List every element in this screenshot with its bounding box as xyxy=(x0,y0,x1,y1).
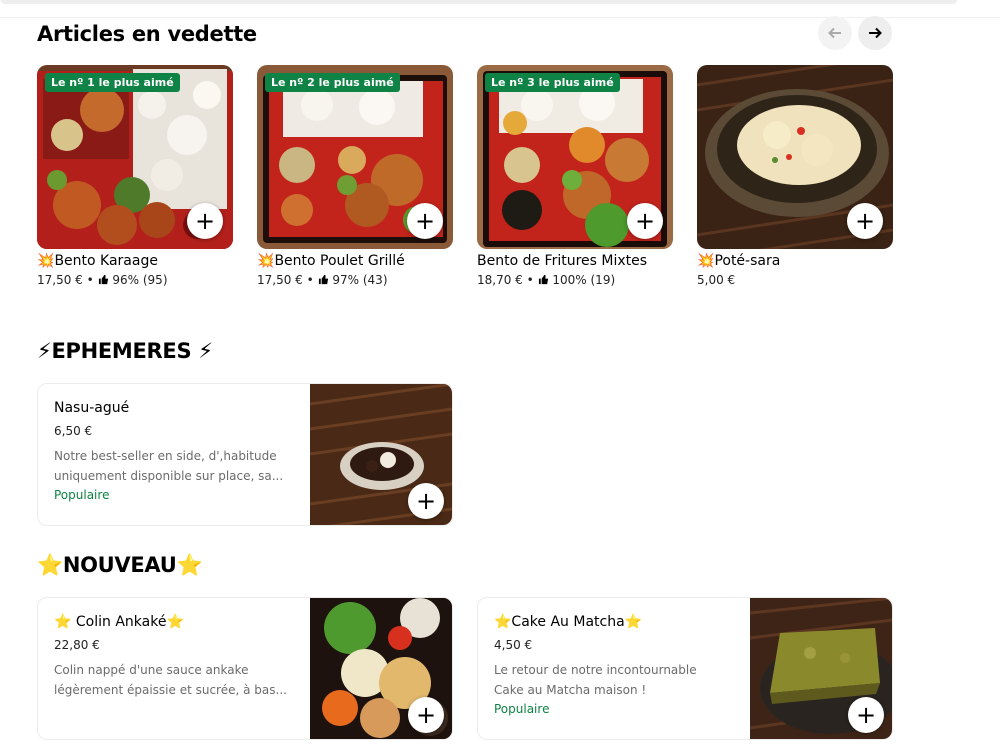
add-to-cart-button[interactable]: + xyxy=(848,697,884,733)
food-photo-bento-poulet[interactable]: Le nº 2 le plus aimé + xyxy=(257,65,453,249)
featured-section-title: Articles en vedette xyxy=(37,22,257,46)
food-photo-pote-sara[interactable]: + xyxy=(697,65,893,249)
rank-badge: Le nº 1 le plus aimé xyxy=(45,73,180,92)
add-to-cart-button[interactable]: + xyxy=(627,203,663,239)
item-price: 6,50 € xyxy=(54,424,93,438)
item-description: Colin nappé d'une sauce ankake légèrement… xyxy=(54,663,287,697)
search-bar-edge xyxy=(0,0,958,4)
food-photo-bento-karaage[interactable]: Le nº 1 le plus aimé + xyxy=(37,65,233,249)
item-meta: 17,50 € • 96% (95) xyxy=(37,273,168,287)
explosion-emoji-icon: 💥 xyxy=(37,253,55,269)
item-price: 17,50 € xyxy=(37,273,83,287)
menu-item-card[interactable]: ⭐ Colin Ankaké⭐ 22,80 € Colin nappé d'un… xyxy=(37,597,453,740)
featured-card[interactable]: Le nº 2 le plus aimé + 💥Bento Poulet Gri… xyxy=(257,65,453,287)
add-to-cart-button[interactable]: + xyxy=(187,203,223,239)
featured-card[interactable]: Le nº 1 le plus aimé + 💥Bento Karaage 17… xyxy=(37,65,233,287)
item-description: Le retour de notre incontournable Cake au… xyxy=(494,663,697,697)
add-to-cart-button[interactable]: + xyxy=(407,203,443,239)
item-meta: 17,50 € • 97% (43) xyxy=(257,273,388,287)
rank-badge: Le nº 2 le plus aimé xyxy=(265,73,400,92)
item-price: 4,50 € xyxy=(494,638,533,652)
item-name: ⭐Cake Au Matcha⭐ xyxy=(494,614,643,630)
food-photo-bento-fritures[interactable]: Le nº 3 le plus aimé + xyxy=(477,65,673,249)
featured-card[interactable]: Le nº 3 le plus aimé + Bento de Fritures… xyxy=(477,65,673,287)
food-photo-nasu-ague[interactable]: + xyxy=(310,384,452,525)
ephemeres-section-title: ⚡EPHEMERES ⚡ xyxy=(37,339,213,363)
item-name[interactable]: 💥Bento Poulet Grillé xyxy=(257,253,453,269)
nouveau-section-title: ⭐NOUVEAU⭐ xyxy=(37,553,203,577)
item-name: ⭐ Colin Ankaké⭐ xyxy=(54,614,184,630)
add-to-cart-button[interactable]: + xyxy=(847,203,883,239)
food-photo-cake-matcha[interactable]: + xyxy=(750,598,892,739)
item-rating: 100% (19) xyxy=(552,273,616,287)
item-name: Nasu-agué xyxy=(54,400,130,416)
item-price: 22,80 € xyxy=(54,638,100,652)
item-name[interactable]: 💥Bento Karaage xyxy=(37,253,233,269)
arrow-left-icon xyxy=(828,27,841,39)
top-bar xyxy=(0,0,1000,18)
rank-badge: Le nº 3 le plus aimé xyxy=(485,73,620,92)
explosion-emoji-icon: 💥 xyxy=(697,253,715,269)
thumbs-up-icon xyxy=(98,274,108,285)
popular-tag: Populaire xyxy=(494,702,550,716)
menu-item-card[interactable]: Nasu-agué 6,50 € Notre best-seller en si… xyxy=(37,383,453,526)
item-price: 18,70 € xyxy=(477,273,523,287)
featured-card[interactable]: + 💥Poté-sara 5,00 € xyxy=(697,65,893,287)
carousel-prev-button[interactable] xyxy=(818,16,852,50)
item-meta: 5,00 € xyxy=(697,273,893,287)
item-rating: 97% (43) xyxy=(332,273,388,287)
add-to-cart-button[interactable]: + xyxy=(408,483,444,519)
food-photo-colin-ankake[interactable]: + xyxy=(310,598,452,739)
item-name[interactable]: 💥Poté-sara xyxy=(697,253,893,269)
carousel-next-button[interactable] xyxy=(858,16,892,50)
item-price: 5,00 € xyxy=(697,273,736,287)
thumbs-up-icon xyxy=(538,274,548,285)
item-meta: 18,70 € • 100% (19) xyxy=(477,273,616,287)
item-rating: 96% (95) xyxy=(112,273,168,287)
arrow-right-icon xyxy=(869,27,882,39)
item-price: 17,50 € xyxy=(257,273,303,287)
add-to-cart-button[interactable]: + xyxy=(408,697,444,733)
explosion-emoji-icon: 💥 xyxy=(257,253,275,269)
menu-item-card[interactable]: ⭐Cake Au Matcha⭐ 4,50 € Le retour de not… xyxy=(477,597,893,740)
thumbs-up-icon xyxy=(318,274,328,285)
item-description: Notre best-seller en side, d',habitude un… xyxy=(54,449,284,483)
item-name[interactable]: Bento de Fritures Mixtes xyxy=(477,253,673,269)
popular-tag: Populaire xyxy=(54,488,110,502)
